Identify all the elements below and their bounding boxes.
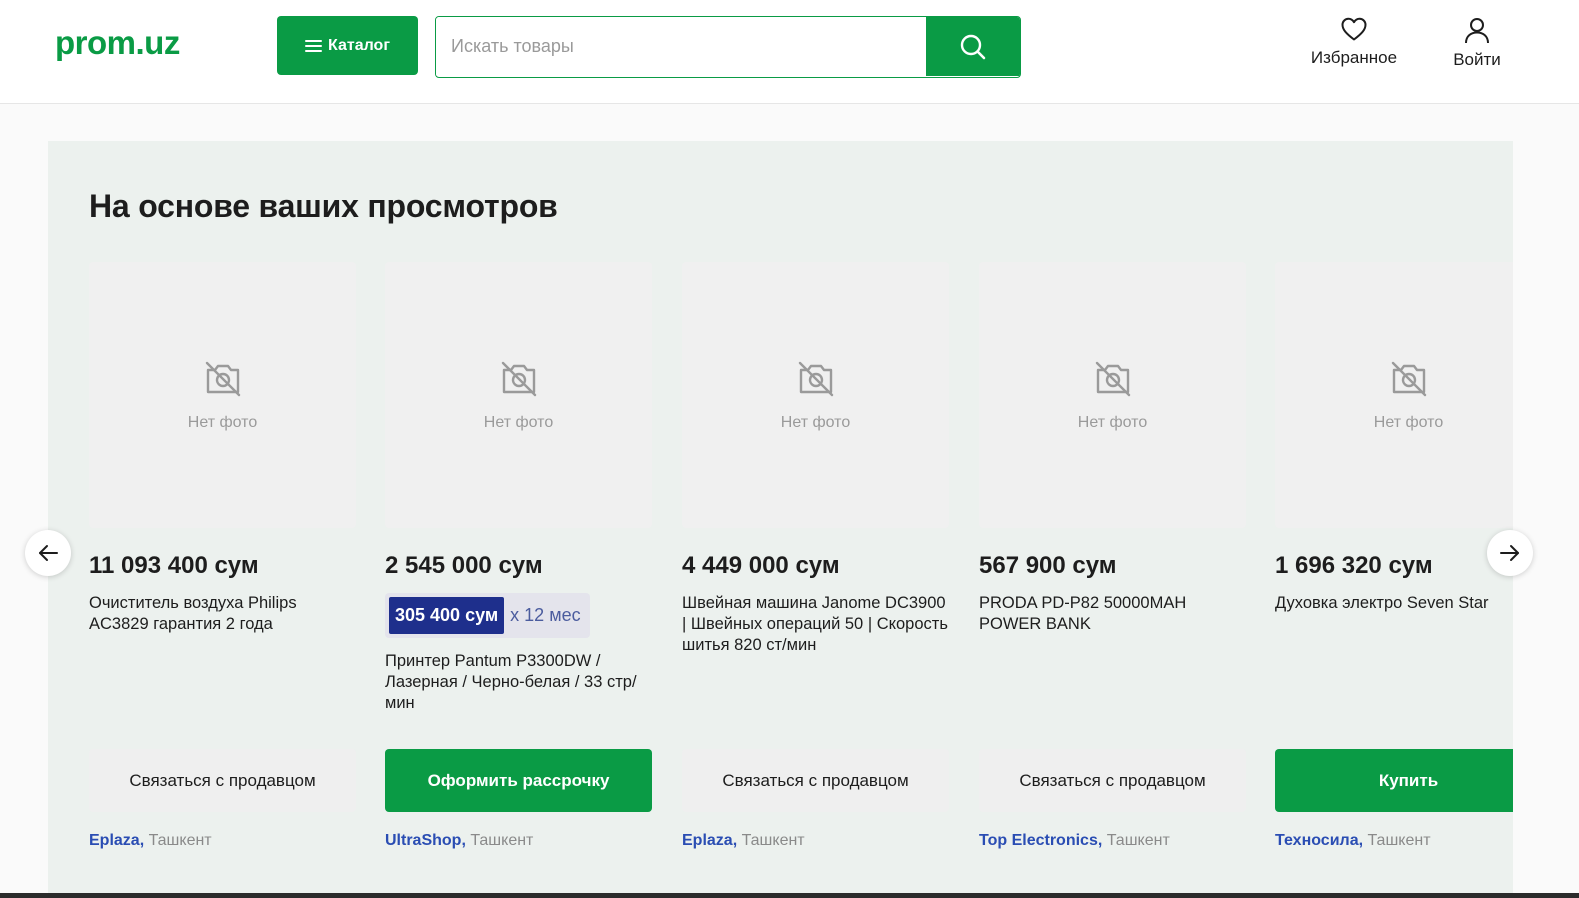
no-photo-label: Нет фото <box>483 414 554 431</box>
user-icon <box>1465 18 1489 44</box>
seller-city: Ташкент <box>1106 832 1170 849</box>
product-price: 4 449 000 сум <box>682 552 840 579</box>
heart-icon <box>1341 17 1367 41</box>
search-button[interactable] <box>926 17 1020 76</box>
carousel-next-button[interactable] <box>1487 530 1533 576</box>
page-bottom-border <box>0 893 1579 898</box>
catalog-button-label: Каталог <box>328 36 390 54</box>
recommendations-section: На основе ваших просмотров Нет фото 11 0… <box>48 141 1513 898</box>
product-card[interactable]: Нет фото 11 093 400 сум Очиститель возду… <box>89 262 356 882</box>
product-card[interactable]: Нет фото 1 696 320 сум Духовка электро S… <box>1275 262 1513 882</box>
contact-seller-button[interactable]: Связаться с продавцом <box>89 749 356 812</box>
product-photo-placeholder[interactable]: Нет фото <box>89 262 356 528</box>
login-link[interactable]: Войти <box>1447 16 1507 70</box>
site-header: prom.uz Каталог Избранное Войти <box>0 0 1579 104</box>
product-carousel: Нет фото 11 093 400 сум Очиститель возду… <box>89 262 1513 898</box>
seller-name[interactable]: UltraShop, <box>385 832 466 849</box>
product-card[interactable]: Нет фото 4 449 000 сум Швейная машина Ja… <box>682 262 949 882</box>
product-photo-placeholder[interactable]: Нет фото <box>1275 262 1513 528</box>
seller-info: Техносила, Ташкент <box>1275 832 1431 850</box>
installment-badge: 305 400 сум x 12 мес <box>385 593 590 638</box>
product-price: 11 093 400 сум <box>89 552 259 579</box>
search-icon <box>960 34 986 59</box>
no-photo-label: Нет фото <box>187 414 258 431</box>
product-price: 1 696 320 сум <box>1275 552 1433 579</box>
seller-info: UltraShop, Ташкент <box>385 832 533 850</box>
no-photo-icon <box>1095 361 1130 397</box>
seller-name[interactable]: Top Electronics, <box>979 832 1102 849</box>
no-photo-icon <box>501 361 536 397</box>
contact-seller-button[interactable]: Связаться с продавцом <box>682 749 949 812</box>
seller-name[interactable]: Eplaza, <box>682 832 737 849</box>
menu-icon <box>305 39 322 53</box>
product-photo-placeholder[interactable]: Нет фото <box>979 262 1246 528</box>
seller-city: Ташкент <box>470 832 534 849</box>
search-input[interactable] <box>436 17 927 76</box>
search-bar <box>435 16 1021 78</box>
no-photo-icon <box>798 361 833 397</box>
seller-city: Ташкент <box>1367 832 1431 849</box>
arrow-left-icon <box>39 545 58 561</box>
no-photo-label: Нет фото <box>1373 414 1444 431</box>
site-logo[interactable]: prom.uz <box>55 24 180 62</box>
section-title: На основе ваших просмотров <box>89 188 558 224</box>
seller-info: Eplaza, Ташкент <box>682 832 805 850</box>
no-photo-label: Нет фото <box>780 414 851 431</box>
seller-info: Eplaza, Ташкент <box>89 832 212 850</box>
product-title[interactable]: Швейная машина Janome DC3900 | Швейных о… <box>682 593 949 656</box>
login-label: Войти <box>1453 50 1501 69</box>
no-photo-label: Нет фото <box>1077 414 1148 431</box>
catalog-button[interactable]: Каталог <box>277 16 418 75</box>
product-title[interactable]: Духовка электро Seven Star <box>1275 593 1513 614</box>
installment-term: x 12 мес <box>510 605 581 625</box>
buy-button[interactable]: Купить <box>1275 749 1513 812</box>
product-price: 567 900 сум <box>979 552 1117 579</box>
favorites-label: Избранное <box>1310 48 1398 67</box>
seller-name[interactable]: Техносила, <box>1275 832 1363 849</box>
product-photo-placeholder[interactable]: Нет фото <box>682 262 949 528</box>
no-photo-icon <box>1391 361 1426 397</box>
product-title[interactable]: Очиститель воздуха Philips AC3829 гарант… <box>89 593 356 635</box>
product-title[interactable]: Принтер Pantum P3300DW / Лазерная / Черн… <box>385 651 652 714</box>
product-card[interactable]: Нет фото 2 545 000 сум 305 400 сум x 12 … <box>385 262 652 882</box>
carousel-prev-button[interactable] <box>25 530 71 576</box>
contact-seller-button[interactable]: Связаться с продавцом <box>979 749 1246 812</box>
product-title[interactable]: PRODA PD-P82 50000MAH POWER BANK <box>979 593 1246 635</box>
arrow-right-icon <box>1500 545 1519 561</box>
seller-city: Ташкент <box>148 832 212 849</box>
seller-info: Top Electronics, Ташкент <box>979 832 1170 850</box>
no-photo-icon <box>205 361 240 397</box>
seller-city: Ташкент <box>741 832 805 849</box>
installment-amount: 305 400 сум <box>389 597 505 634</box>
favorites-link[interactable]: Избранное <box>1306 16 1402 68</box>
product-photo-placeholder[interactable]: Нет фото <box>385 262 652 528</box>
seller-name[interactable]: Eplaza, <box>89 832 144 849</box>
product-card[interactable]: Нет фото 567 900 сум PRODA PD-P82 50000M… <box>979 262 1246 882</box>
installment-button[interactable]: Оформить рассрочку <box>385 749 652 812</box>
product-price: 2 545 000 сум <box>385 552 543 579</box>
